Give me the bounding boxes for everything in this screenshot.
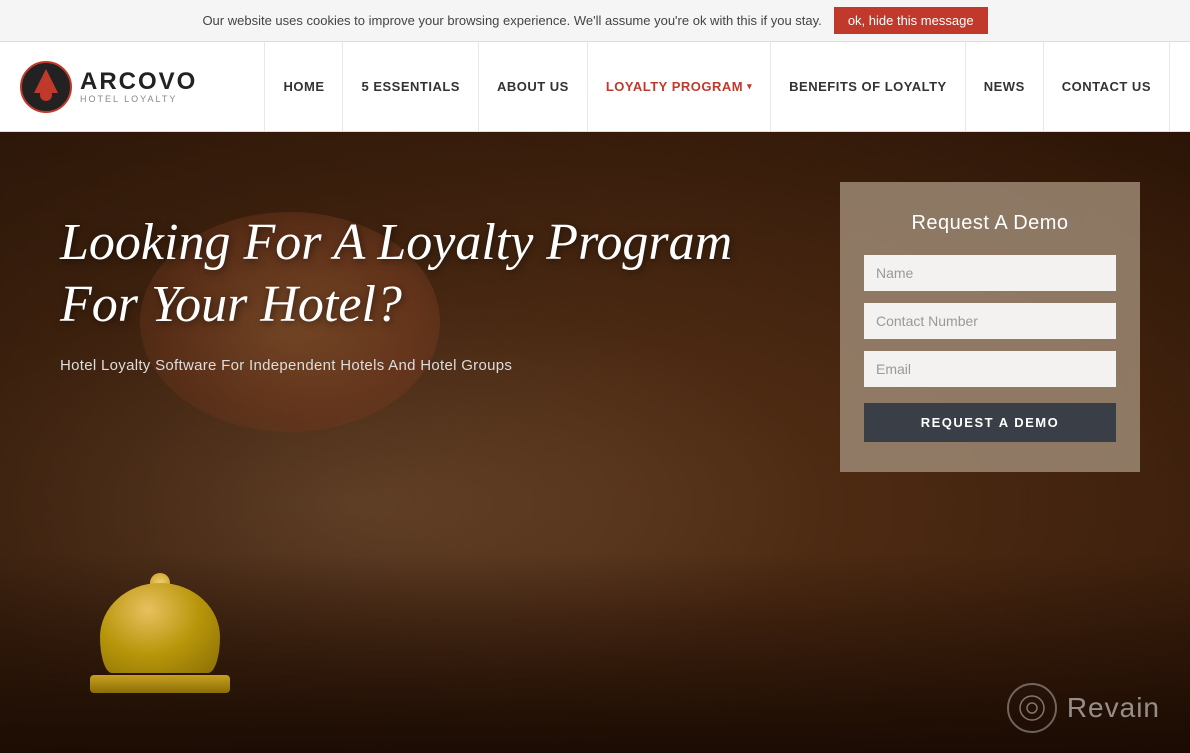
nav-news[interactable]: NEWS (966, 42, 1044, 131)
nav-loyalty-program[interactable]: LOYALTY PROGRAM ▾ (588, 42, 771, 131)
contact-number-input[interactable] (864, 303, 1116, 339)
cookie-message: Our website uses cookies to improve your… (202, 13, 821, 28)
cookie-banner: Our website uses cookies to improve your… (0, 0, 1190, 42)
email-input[interactable] (864, 351, 1116, 387)
name-input[interactable] (864, 255, 1116, 291)
hero-content: Looking For A Loyalty Program For Your H… (60, 212, 732, 374)
nav-benefits-of-loyalty[interactable]: BENEFITS OF LOYALTY (771, 42, 966, 131)
demo-form-title: Request A Demo (864, 212, 1116, 235)
hero-subtext: Hotel Loyalty Software For Independent H… (60, 357, 732, 374)
cookie-dismiss-button[interactable]: ok, hide this message (834, 7, 988, 34)
demo-form: Request A Demo REQUEST A DEMO (840, 182, 1140, 472)
nav-links: HOME 5 ESSENTIALS ABOUT US LOYALTY PROGR… (264, 42, 1170, 131)
bell-decoration (100, 583, 230, 693)
navbar: ARCOVO HOTEL LOYALTY HOME 5 ESSENTIALS A… (0, 42, 1190, 132)
revain-logo-icon (1007, 683, 1057, 733)
nav-about-us[interactable]: ABOUT US (479, 42, 588, 131)
logo-text: ARCOVO HOTEL LOYALTY (80, 70, 197, 104)
logo[interactable]: ARCOVO HOTEL LOYALTY (20, 61, 200, 113)
loyalty-chevron-icon: ▾ (747, 81, 752, 92)
revain-watermark: Revain (1007, 683, 1160, 733)
hero-headline: Looking For A Loyalty Program For Your H… (60, 212, 732, 337)
nav-home[interactable]: HOME (264, 42, 343, 131)
logo-icon (20, 61, 72, 113)
revain-brand: Revain (1067, 692, 1160, 724)
nav-5-essentials[interactable]: 5 ESSENTIALS (343, 42, 478, 131)
nav-contact-us[interactable]: CONTACT US (1044, 42, 1170, 131)
hero-section: Looking For A Loyalty Program For Your H… (0, 132, 1190, 753)
request-demo-button[interactable]: REQUEST A DEMO (864, 403, 1116, 442)
